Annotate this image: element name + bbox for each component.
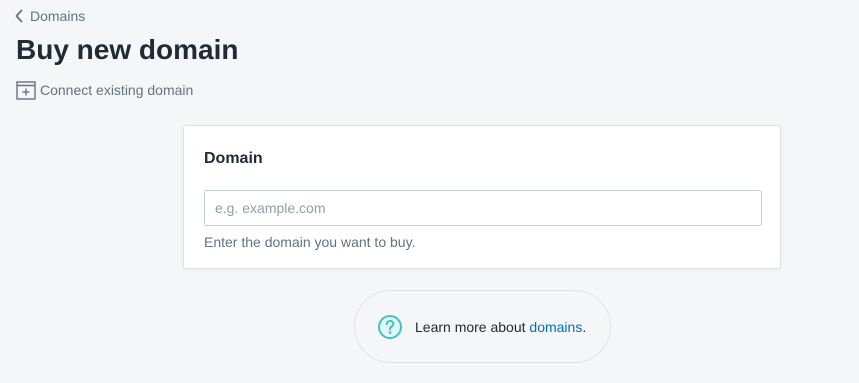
question-circle-icon	[378, 314, 402, 339]
add-window-icon	[16, 81, 36, 100]
domain-card-title: Domain	[204, 150, 263, 167]
connect-existing-domain-button[interactable]: Connect existing domain	[16, 80, 193, 100]
footer-help: Learn more about domains.	[354, 290, 611, 363]
page-title: Buy new domain	[16, 34, 239, 65]
page: Domains Buy new domain Connect existing …	[0, 0, 859, 383]
domains-link[interactable]: domains	[529, 319, 582, 335]
footer-help-text: Learn more about domains.	[415, 319, 586, 335]
footer-help-suffix: .	[582, 318, 587, 335]
chevron-left-icon	[15, 9, 23, 23]
domain-card: Domain Enter the domain you want to buy.	[183, 125, 781, 269]
domain-input[interactable]	[204, 190, 762, 226]
connect-existing-domain-label: Connect existing domain	[40, 82, 194, 98]
breadcrumb-back-link[interactable]: Domains	[14, 7, 85, 25]
footer-help-prefix: Learn more about	[415, 318, 530, 335]
breadcrumb-label: Domains	[30, 8, 86, 24]
domain-help-text: Enter the domain you want to buy.	[204, 234, 416, 250]
